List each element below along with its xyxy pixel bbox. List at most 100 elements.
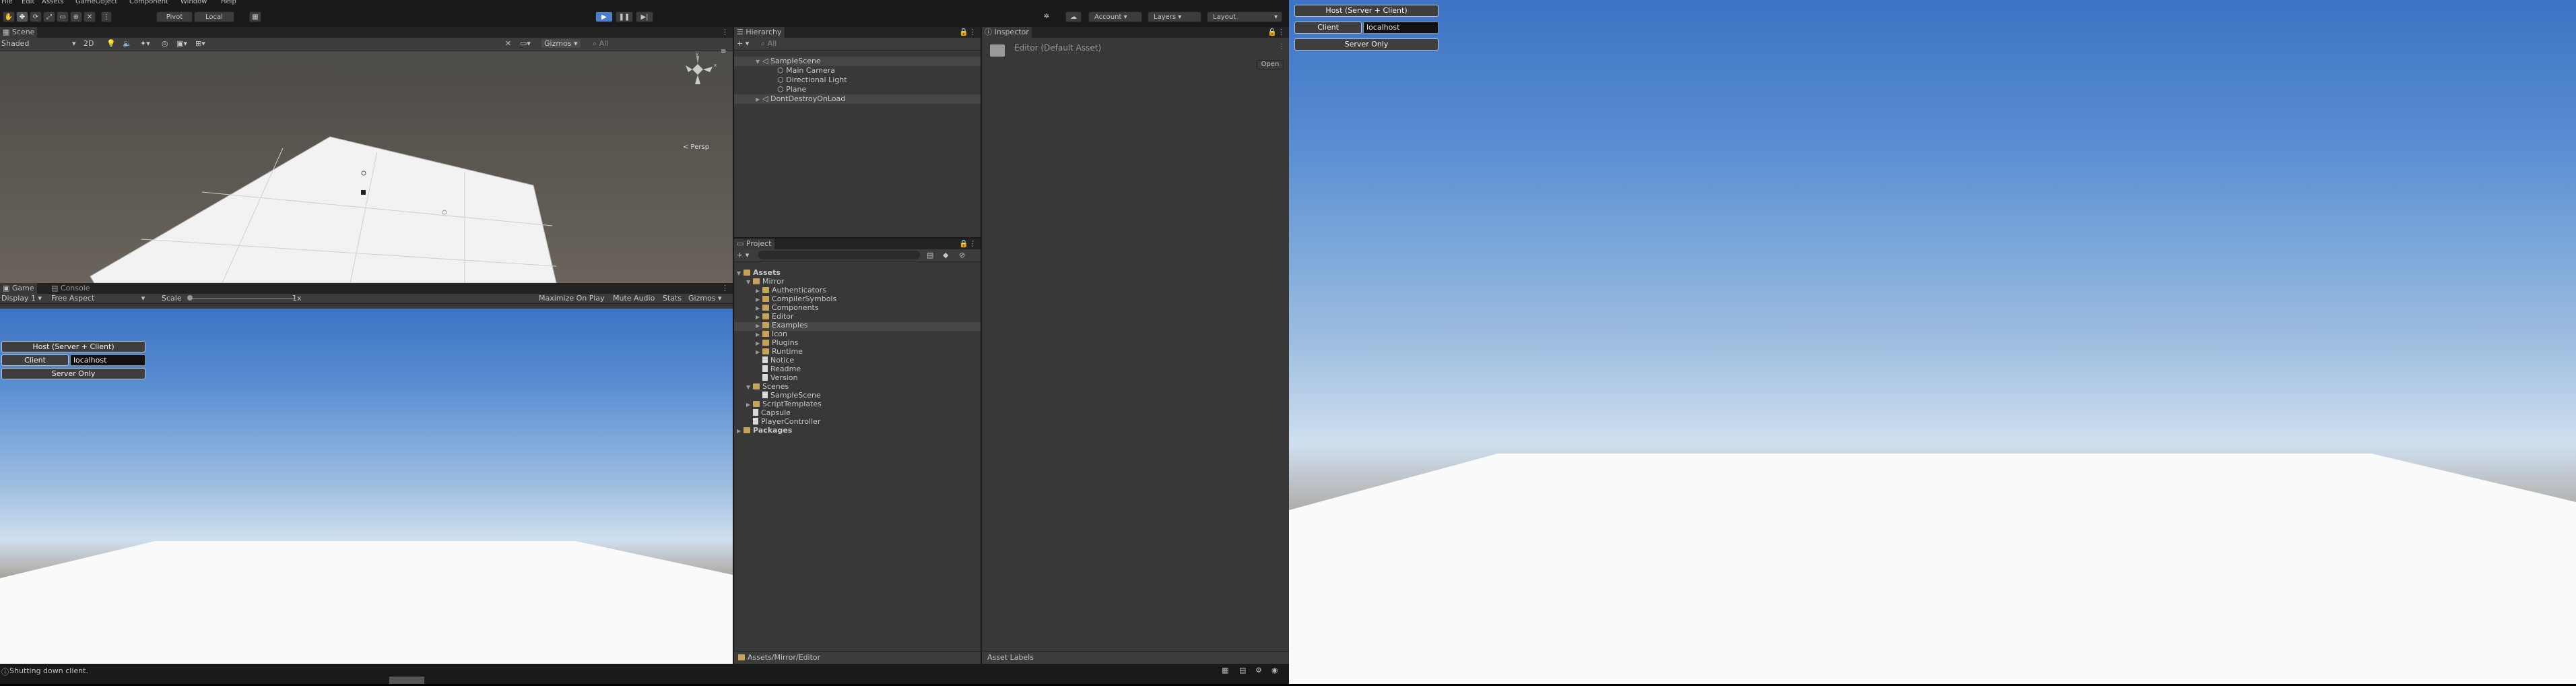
project-item[interactable]: ▶ Icon (756, 330, 787, 338)
scene-orientation-gizmo[interactable]: y x (676, 51, 723, 94)
effects-toggle-icon[interactable]: ✦▾ (140, 39, 150, 48)
project-item[interactable]: ▶ Plugins (756, 338, 798, 347)
project-item[interactable]: ▶ Components (756, 303, 819, 312)
network-icon[interactable]: ▤ (1239, 666, 1246, 675)
local-toggle[interactable]: Local (194, 11, 234, 22)
scene-search-input[interactable]: ⌕ All (593, 39, 608, 49)
player-client-button[interactable]: Client (1294, 22, 1362, 34)
project-search-input[interactable] (758, 251, 920, 259)
step-button[interactable]: ▶| (636, 11, 653, 22)
layout-dropdown[interactable]: Layout ▾ (1207, 11, 1282, 22)
client-button[interactable]: Client (1, 354, 69, 366)
scene-gizmos-dropdown[interactable]: Gizmos ▾ (541, 39, 581, 48)
project-item[interactable]: PlayerController (746, 417, 820, 426)
menu-assets[interactable]: Assets (42, 0, 64, 5)
scene-camera-icon[interactable]: ▭▾ (520, 39, 531, 48)
search-by-type-icon[interactable]: ▤ (927, 251, 933, 259)
progress-icon[interactable]: ▦ (1222, 666, 1228, 675)
layers-dropdown[interactable]: Layers ▾ (1148, 11, 1201, 22)
expand-arrow-icon[interactable]: ▶ (746, 402, 753, 408)
hierarchy-row-plane[interactable]: ⬡ Plane (777, 85, 806, 94)
scene-viewport[interactable]: y x ≡ < Persp (0, 48, 733, 283)
project-add-button[interactable]: + ▾ (737, 251, 749, 259)
menu-help[interactable]: Help (221, 0, 236, 5)
pivot-toggle[interactable]: Pivot (156, 11, 193, 22)
inspector-lock-icon[interactable]: 🔒 (1267, 28, 1277, 36)
player-server-only-button[interactable]: Server Only (1294, 38, 1439, 51)
tab-game[interactable]: ▣ Game (0, 283, 37, 294)
tab-hierarchy[interactable]: ☰ Hierarchy (734, 27, 785, 38)
debug-icon[interactable]: ⚙ (1255, 666, 1262, 675)
game-menu-icon[interactable]: ⋮ (721, 284, 729, 292)
host-button[interactable]: Host (Server + Client) (1, 341, 145, 352)
search-by-label-icon[interactable]: ◆ (943, 251, 948, 259)
menu-gameobject[interactable]: GameObject (75, 0, 117, 5)
aspect-dropdown[interactable]: Free Aspect ▾ (51, 294, 145, 303)
custom-tool-icon[interactable]: ✕ (84, 11, 96, 22)
scene-menu-icon[interactable]: ⋮ (721, 28, 729, 36)
grid-snap-icon[interactable]: ▦ (249, 11, 261, 22)
menu-edit[interactable]: Edit (22, 0, 34, 5)
account-dropdown[interactable]: Account ▾ (1088, 11, 1142, 22)
project-item[interactable]: ▼ Scenes (746, 382, 789, 391)
project-item[interactable]: ▼ Assets (737, 268, 781, 277)
expand-arrow-icon[interactable]: ▶ (756, 332, 762, 338)
inspector-settings-icon[interactable]: ⋮ (1278, 43, 1285, 51)
scale-slider[interactable] (187, 298, 295, 299)
scale-slider-thumb[interactable] (187, 295, 193, 301)
transform-tool-icon[interactable]: ⊕ (70, 11, 82, 22)
project-item[interactable]: ▶ ScriptTemplates (746, 400, 822, 408)
perspective-label[interactable]: < Persp (683, 144, 709, 151)
project-item[interactable]: ▶ CompilerSymbols (756, 294, 836, 303)
hierarchy-row-light[interactable]: ⬡ Directional Light (777, 75, 847, 84)
project-item[interactable]: Readme (756, 365, 801, 373)
menu-window[interactable]: Window (180, 0, 207, 5)
lighting-toggle-icon[interactable]: 💡 (106, 39, 116, 48)
hierarchy-lock-icon[interactable]: 🔒 (959, 28, 968, 36)
hierarchy-row-ddol[interactable]: ▶ ◁ DontDestroyOnLoad (756, 94, 845, 103)
expand-arrow-icon[interactable]: ▶ (756, 340, 762, 346)
expand-arrow-icon[interactable]: ▶ (756, 314, 762, 320)
pause-button[interactable]: ❚❚ (616, 11, 633, 22)
hierarchy-row-main-camera[interactable]: ⬡ Main Camera (777, 66, 835, 75)
expand-arrow-icon[interactable]: ▶ (756, 349, 762, 355)
project-item[interactable]: ▼ Mirror (746, 277, 784, 286)
project-item[interactable]: ▶ Editor (756, 312, 794, 321)
audio-toggle-icon[interactable]: 🔈 (123, 39, 132, 48)
project-item[interactable]: Version (756, 373, 797, 382)
rect-tool-icon[interactable]: ▭ (57, 11, 69, 22)
collab-icon[interactable]: ✲ (1040, 11, 1053, 22)
menu-component[interactable]: Component (129, 0, 168, 5)
rotate-tool-icon[interactable]: ⟳ (30, 11, 42, 22)
hierarchy-scene-row[interactable]: ▼ ◁ SampleScene (756, 57, 821, 65)
horizontal-scrollbar[interactable] (389, 677, 424, 684)
cloud-icon[interactable]: ☁ (1065, 11, 1082, 22)
project-item[interactable]: Notice (756, 356, 794, 365)
project-item[interactable]: ▶ Examples (756, 321, 807, 330)
2d-toggle-icon[interactable]: 2D (84, 39, 94, 48)
project-lock-icon[interactable]: 🔒 (959, 239, 968, 248)
expand-arrow-icon[interactable]: ▼ (746, 279, 753, 285)
inspector-menu-icon[interactable]: ⋮ (1278, 28, 1285, 36)
game-viewport[interactable]: Host (Server + Client) Client localhost … (0, 309, 733, 664)
scale-tool-icon[interactable]: ⤢ (43, 11, 55, 22)
expand-arrow-icon[interactable]: ▶ (756, 305, 762, 311)
tab-inspector[interactable]: ⓘ Inspector (982, 27, 1032, 38)
gizmo-toggle-icon[interactable]: ⊞▾ (195, 39, 205, 48)
expand-arrow-icon[interactable]: ▶ (756, 297, 762, 303)
project-item[interactable]: SampleScene (756, 391, 821, 400)
server-only-button[interactable]: Server Only (1, 368, 145, 379)
hierarchy-search-input[interactable]: ⌕ All (761, 39, 777, 49)
maximize-on-play-toggle[interactable]: Maximize On Play (539, 294, 605, 303)
expand-arrow-icon[interactable]: ▶ (737, 428, 744, 434)
hierarchy-menu-icon[interactable]: ⋮ (969, 28, 977, 36)
menu-file[interactable]: File (1, 0, 13, 5)
hidden-packages-icon[interactable]: ⊘ (959, 251, 965, 259)
expand-arrow-icon[interactable]: ▼ (737, 270, 744, 276)
shading-dropdown[interactable]: Shaded ▾ (1, 39, 75, 48)
stats-toggle[interactable]: Stats (663, 294, 682, 303)
play-button[interactable]: ▶ (595, 11, 613, 22)
project-menu-icon[interactable]: ⋮ (969, 239, 977, 248)
hidden-objects-icon[interactable]: ◎ (162, 39, 168, 48)
player-address-input[interactable]: localhost (1363, 22, 1439, 34)
